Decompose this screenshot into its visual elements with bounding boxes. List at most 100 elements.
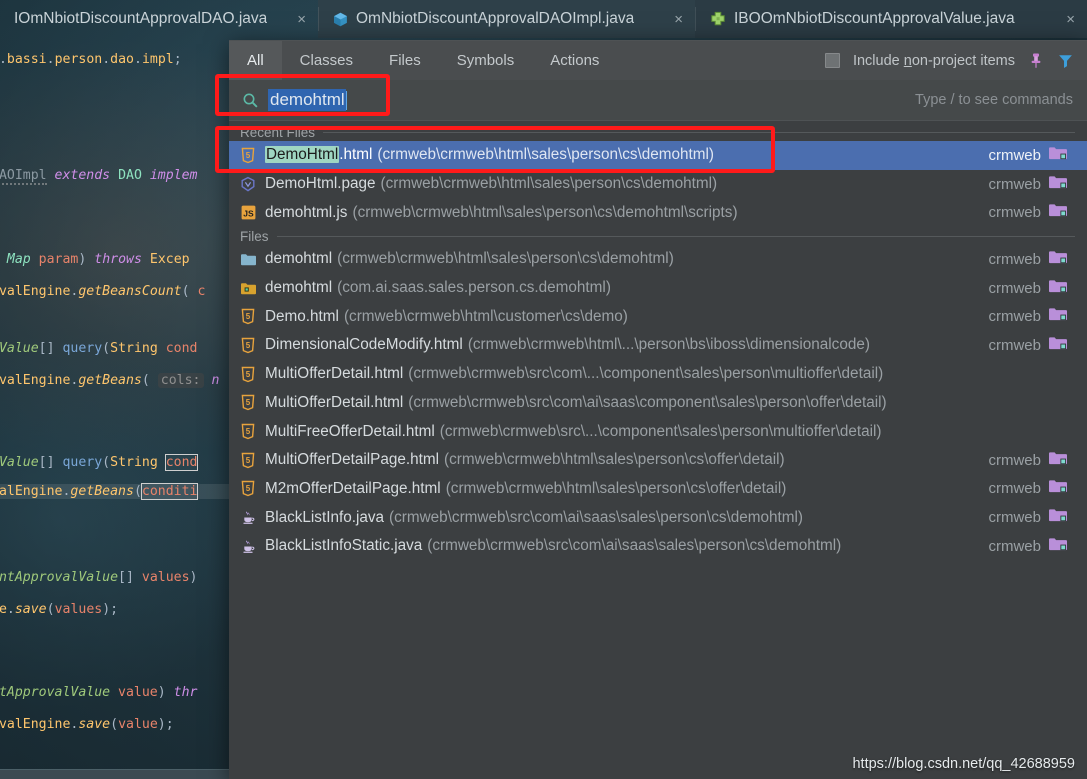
result-name: demohtml.js	[265, 203, 348, 221]
result-path: (crmweb\crmweb\html\...\person\bs\iboss\…	[467, 336, 870, 354]
html5-file-icon: 5	[240, 337, 265, 354]
result-row[interactable]: 5 M2mOfferDetailPage.html (crmweb\crmweb\…	[229, 475, 1087, 504]
result-module-label: crmweb	[988, 279, 1041, 297]
result-row[interactable]: 5 DemoHtml.html (crmweb\crmweb\html\sales…	[229, 141, 1087, 170]
tabs-spacer	[617, 41, 825, 80]
ide-window: z.bassi.person.dao.impl; DAOImpl extends…	[0, 0, 1087, 779]
close-icon[interactable]: ×	[664, 12, 683, 27]
result-module: crmweb	[988, 249, 1087, 270]
search-everywhere-popup: All Classes Files Symbols Actions Includ…	[229, 40, 1087, 779]
module-folder-icon	[1048, 145, 1068, 166]
editor-tab-label: IBOOmNbiotDiscountApprovalValue.java	[734, 10, 1015, 27]
result-row[interactable]: 5 MultiOfferDetail.html (crmweb\crmweb\sr…	[229, 389, 1087, 418]
tab-actions[interactable]: Actions	[532, 41, 617, 80]
search-everywhere-tabs: All Classes Files Symbols Actions Includ…	[229, 41, 1087, 80]
module-folder-icon	[1048, 507, 1068, 528]
editor-tab-2[interactable]: IBOOmNbiotDiscountApprovalValue.java ×	[695, 0, 1087, 38]
result-path: (crmweb\crmweb\html\sales\person\cs\demo…	[377, 146, 715, 164]
js-file-icon: JS	[240, 204, 265, 221]
result-row[interactable]: 5 MultiOfferDetail.html (crmweb\crmweb\sr…	[229, 360, 1087, 389]
tab-label: Classes	[299, 52, 354, 69]
module-folder-icon	[1048, 202, 1068, 223]
tab-classes[interactable]: Classes	[282, 41, 371, 80]
result-name: demohtml	[265, 250, 333, 268]
result-path: (crmweb\crmweb\html\sales\person\cs\demo…	[352, 203, 738, 221]
html5-file-icon: 5	[240, 480, 265, 497]
search-row: demohtml Type / to see commands	[229, 80, 1087, 120]
result-path: (crmweb\crmweb\src\com\...\component\sal…	[408, 365, 884, 383]
filter-icon[interactable]	[1057, 52, 1074, 69]
match-highlight: DemoHtml	[265, 146, 340, 164]
editor-bottom-strip	[0, 769, 229, 779]
svg-text:5: 5	[246, 456, 251, 465]
result-module-label: crmweb	[988, 509, 1041, 527]
tab-all[interactable]: All	[229, 41, 282, 80]
editor-tab-1[interactable]: OmNbiotDiscountApprovalDAOImpl.java ×	[318, 0, 695, 38]
label-part-after: on-project items	[911, 52, 1015, 69]
close-icon[interactable]: ×	[287, 12, 306, 27]
result-row[interactable]: demohtml (com.ai.saas.sales.person.cs.dem…	[229, 274, 1087, 303]
module-folder-icon	[1048, 335, 1068, 356]
include-non-project-label[interactable]: Include non-project items	[853, 53, 1015, 69]
tab-symbols[interactable]: Symbols	[439, 41, 533, 80]
result-row[interactable]: DemoHtml.page (crmweb\crmweb\html\sales\p…	[229, 170, 1087, 199]
result-module: crmweb	[988, 450, 1087, 471]
group-rule	[323, 132, 1075, 133]
result-row[interactable]: 5 DimensionalCodeModify.html (crmweb\crmw…	[229, 331, 1087, 360]
result-module: crmweb	[988, 278, 1087, 299]
result-row[interactable]: demohtml (crmweb\crmweb\html\sales\person…	[229, 245, 1087, 274]
close-icon[interactable]: ×	[1056, 12, 1075, 27]
tab-label: Actions	[550, 52, 600, 69]
editor-tab-bar: IOmNbiotDiscountApprovalDAO.java × OmNbi…	[0, 0, 1087, 38]
svg-text:5: 5	[246, 484, 251, 493]
result-name: MultiOfferDetailPage.html	[265, 451, 440, 469]
result-module: crmweb	[988, 202, 1087, 223]
svg-text:5: 5	[246, 370, 251, 379]
result-group-header: Recent Files	[229, 123, 1087, 141]
search-input[interactable]: demohtml	[268, 89, 346, 111]
svg-text:5: 5	[246, 341, 251, 350]
module-folder-icon	[1048, 536, 1068, 557]
result-row[interactable]: JS demohtml.js (crmweb\crmweb\html\sales\…	[229, 198, 1087, 227]
group-rule	[276, 236, 1075, 238]
result-name: MultiOfferDetail.html	[265, 393, 404, 411]
result-name: Demo.html	[265, 307, 339, 325]
result-module-label: crmweb	[988, 480, 1041, 498]
svg-text:5: 5	[246, 427, 251, 436]
result-row[interactable]: 5 MultiFreeOfferDetail.html (crmweb\crmwe…	[229, 417, 1087, 446]
label-part-mnemonic: n	[903, 52, 912, 69]
result-row[interactable]: 5 Demo.html (crmweb\crmweb\html\customer\…	[229, 302, 1087, 331]
html5-file-icon: 5	[240, 423, 265, 440]
result-name: BlackListInfo.java	[265, 508, 385, 526]
html5-file-icon: 5	[240, 452, 265, 469]
result-module-label: crmweb	[988, 250, 1041, 268]
result-name: M2mOfferDetailPage.html	[265, 479, 441, 497]
result-path: (com.ai.saas.sales.person.cs.demohtml)	[337, 279, 611, 297]
result-path: (crmweb\crmweb\src\...\component\sales\p…	[439, 422, 882, 440]
text-caret	[345, 90, 348, 110]
label-part-before: Include	[852, 52, 904, 69]
result-name: MultiOfferDetail.html	[265, 365, 404, 383]
package-icon	[240, 281, 265, 296]
java-file-icon	[240, 538, 265, 555]
tab-label: Symbols	[456, 52, 515, 69]
result-module-label: crmweb	[988, 175, 1041, 193]
result-module-label: crmweb	[988, 204, 1041, 222]
result-module-label: crmweb	[988, 146, 1041, 164]
result-path: (crmweb\crmweb\html\sales\person\cs\demo…	[380, 175, 718, 193]
result-path: (crmweb\crmweb\html\sales\person\cs\offe…	[445, 479, 787, 497]
module-folder-icon	[1048, 306, 1068, 327]
page-file-icon	[240, 176, 265, 193]
result-row[interactable]: 5 MultiOfferDetailPage.html (crmweb\crmwe…	[229, 446, 1087, 475]
result-module: crmweb	[988, 174, 1087, 195]
result-name: DemoHtml.html	[265, 146, 373, 164]
editor-tab-0[interactable]: IOmNbiotDiscountApprovalDAO.java ×	[0, 0, 318, 38]
search-results-list[interactable]: Recent Files 5 DemoHtml.html (crmweb\crmw…	[229, 121, 1087, 779]
result-row[interactable]: BlackListInfo.java (crmweb\crmweb\src\com…	[229, 503, 1087, 532]
include-non-project-checkbox[interactable]	[824, 53, 840, 68]
pin-icon[interactable]	[1028, 52, 1044, 69]
result-row[interactable]: BlackListInfoStatic.java (crmweb\crmweb\s…	[229, 532, 1087, 561]
result-name: MultiFreeOfferDetail.html	[265, 422, 435, 440]
html5-file-icon: 5	[240, 308, 265, 325]
tab-files[interactable]: Files	[371, 41, 439, 80]
